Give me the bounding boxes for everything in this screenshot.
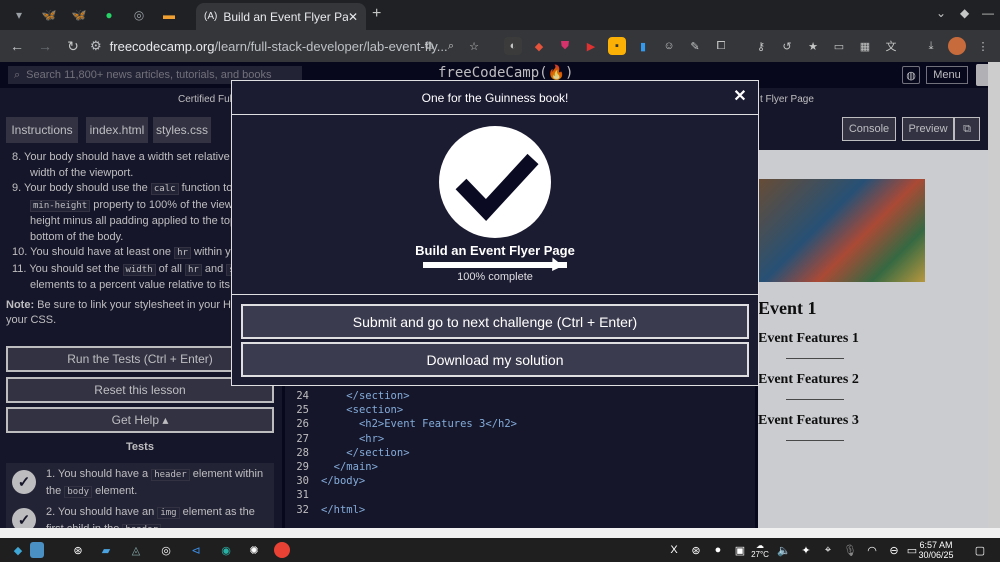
bookmark-star-icon[interactable]: ☆ [465,37,483,55]
chatgpt-tab-icon[interactable]: ◎ [128,4,150,26]
modal-divider [232,294,758,295]
close-tab-icon[interactable]: ✕ [348,10,358,24]
modal-title: One for the Guinness book! [421,90,569,105]
bookmarks-icon[interactable]: ★ [804,37,822,55]
tray-icon[interactable]: ▣ [732,542,748,558]
app-circle-icon[interactable]: ◉ [218,542,234,558]
reading-mode-icon[interactable]: ▭ [830,37,848,55]
extension-6-icon[interactable]: ▮ [634,37,652,55]
reload-icon[interactable]: ↻ [62,38,84,55]
qr-icon[interactable]: ▦ [856,37,874,55]
eyedropper-icon[interactable]: ✎ [686,37,704,55]
window-diamond-icon[interactable]: ◆ [960,6,969,20]
active-tab[interactable]: (A) Build an Event Flyer Page: E ✕ [196,3,366,30]
app-aperture-icon[interactable]: ✺ [246,542,262,558]
browser-menu-icon[interactable]: ⋮ [974,37,992,55]
progress-text: 100% complete [457,271,533,283]
completion-modal: One for the Guinness book! ✕ Build an Ev… [231,80,759,386]
minimize-icon[interactable]: — [982,6,994,20]
zoom-icon[interactable]: ⌕ [442,37,460,55]
vscode-icon[interactable]: ⊲ [188,542,204,558]
tray-icon[interactable]: ✦ [798,542,814,558]
extensions-puzzle-icon[interactable]: ⧠ [712,37,730,55]
tab-list-icon[interactable]: ⌄ [936,6,946,20]
tab-search-icon[interactable]: ▾ [8,4,30,26]
app-triangle-icon[interactable]: ◬ [128,542,144,558]
notifications-icon[interactable]: ▢ [972,542,988,558]
download-icon[interactable]: ⤓ [922,37,940,55]
amazon-tab-icon[interactable]: ▬ [158,4,180,26]
progress-fill [423,262,567,268]
history-icon[interactable]: ↺ [778,37,796,55]
bluesky-tab-icon[interactable]: 🦋 [38,4,60,26]
desktop-icon[interactable] [30,542,44,558]
url-path: /learn/full-stack-developer/lab-event-fl… [214,38,448,54]
folder-icon[interactable]: ▰ [98,542,114,558]
back-icon[interactable]: ← [6,38,28,54]
translate-icon[interactable]: 文 [882,37,900,55]
progress-bar [423,262,567,268]
browser-tab-bar: ▾ 🦋 🦋 ● ◎ ▬ [0,0,1000,30]
download-solution-button[interactable]: Download my solution [241,342,749,377]
modal-header: One for the Guinness book! ✕ [232,81,758,115]
tray-icon[interactable]: X [666,542,682,558]
location-icon[interactable]: ⌖ [820,542,836,558]
app-icon[interactable]: ⊛ [70,542,86,558]
close-icon[interactable]: ✕ [732,89,748,105]
extension-5-icon[interactable]: ▪ [608,37,626,55]
whatsapp-tab-icon[interactable]: ● [98,4,120,26]
site-info-icon[interactable]: ⚙ [90,38,102,54]
extension-2-icon[interactable]: ◆ [530,37,548,55]
horizontal-scrollbar[interactable] [0,528,1000,538]
app-target-icon[interactable]: ◎ [158,542,174,558]
tray-icon[interactable]: ⊖ [886,542,902,558]
wifi-icon[interactable]: ◠ [864,542,880,558]
weather-icon[interactable]: ☁ 27°C [751,541,769,559]
extension-1-icon[interactable]: ◐ [504,37,522,55]
checkmark-svg [455,153,539,221]
start-icon[interactable]: ◆ [10,542,26,558]
extension-4-icon[interactable]: ▶ [582,37,600,55]
url-domain: freecodecamp.org [109,38,215,54]
new-tab-button[interactable]: + [372,5,381,23]
password-key-icon[interactable]: ⚷ [752,37,770,55]
bluesky-tab-icon-2[interactable]: 🦋 [68,4,90,26]
profile-avatar-icon[interactable] [948,37,966,55]
microphone-icon[interactable]: 🎙 [842,542,858,558]
forward-icon[interactable]: → [34,38,56,54]
tray-dot-icon[interactable]: ● [710,542,726,558]
challenge-title: Build an Event Flyer Page [415,243,575,258]
fcc-favicon-icon: (A) [204,11,218,22]
extension-7-icon[interactable]: ☺ [660,37,678,55]
tray-icon[interactable]: ⊛ [688,542,704,558]
volume-icon[interactable]: 🔈 [776,542,792,558]
active-tab-title: Build an Event Flyer Page: E [223,9,348,24]
submit-next-challenge-button[interactable]: Submit and go to next challenge (Ctrl + … [241,304,749,339]
chrome-icon[interactable] [274,542,290,558]
success-check-icon [439,126,551,238]
ublock-icon[interactable]: ⛊ [556,37,574,55]
clock[interactable]: 6:57 AM 30/06/25 [916,540,956,560]
cast-icon[interactable]: ⧉ [420,37,438,55]
